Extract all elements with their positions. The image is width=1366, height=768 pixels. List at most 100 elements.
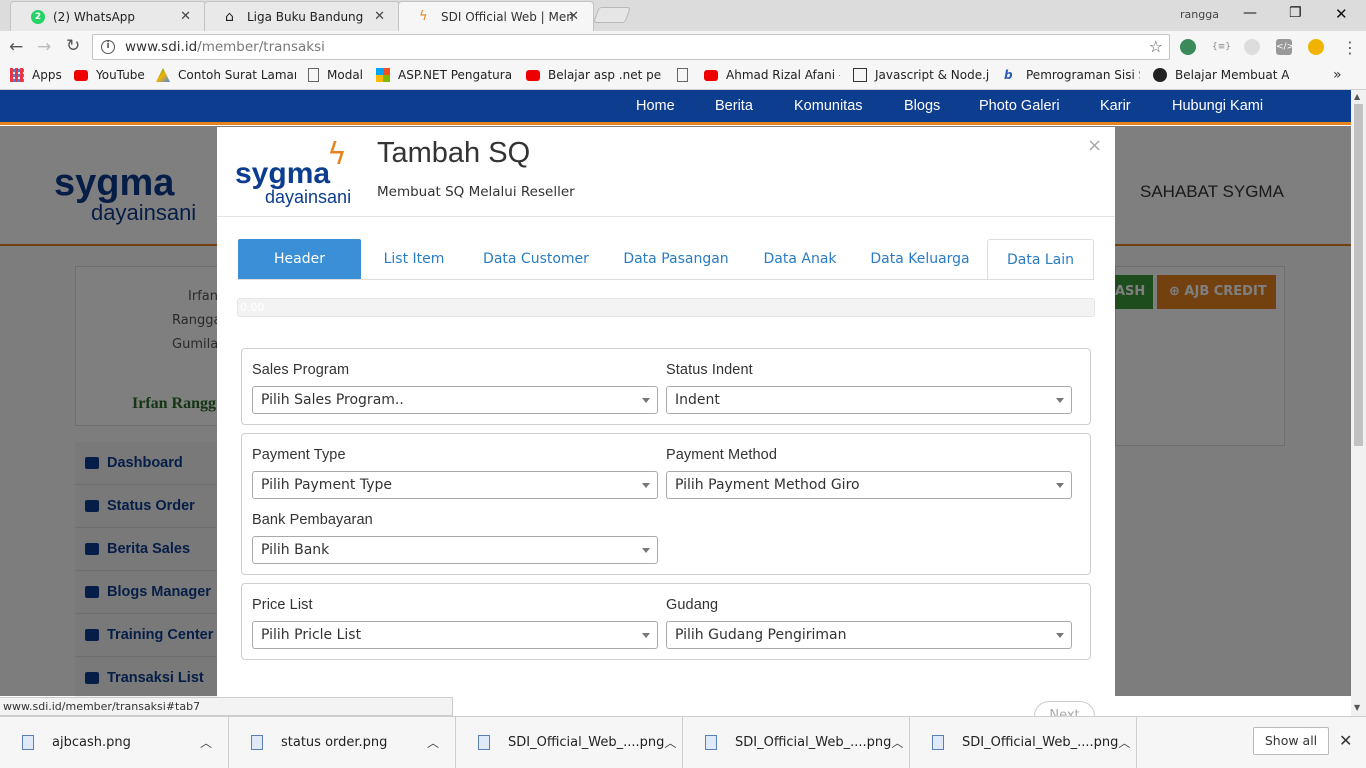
close-tab-icon[interactable]: ✕ (374, 9, 385, 24)
scrollbar-thumb[interactable] (1354, 104, 1363, 446)
modal-logo-sub: dayainsani (265, 187, 352, 207)
sales-program-select[interactable]: Pilih Sales Program.. (252, 386, 658, 414)
chevron-up-icon[interactable]: ︿ (1118, 734, 1130, 751)
bookmark-page[interactable] (677, 68, 693, 82)
payment-type-select[interactable]: Pilih Payment Type (252, 471, 658, 499)
chevron-up-icon[interactable]: ︿ (664, 734, 676, 751)
nav-berita[interactable]: Berita (715, 98, 753, 114)
page-icon (677, 68, 688, 82)
bookmarks-overflow-icon[interactable]: » (1333, 67, 1342, 83)
download-item[interactable]: SDI_Official_Web_....png ︿ (456, 716, 683, 768)
tambah-sq-modal: sygma ϟ dayainsani Tambah SQ Membuat SQ … (217, 127, 1115, 716)
image-file-icon (22, 734, 34, 750)
restore-icon[interactable]: ❐ (1289, 5, 1302, 21)
dropdown-arrow-icon (642, 633, 650, 638)
site-info-icon[interactable]: i (101, 40, 115, 54)
nav-hubungi-kami[interactable]: Hubungi Kami (1172, 98, 1263, 114)
browser-tab-liga-buku[interactable]: ⌂ Liga Buku Bandung ✕ (204, 1, 400, 31)
reload-icon[interactable]: ↻ (66, 36, 80, 56)
apps-grid-icon (10, 68, 24, 82)
tab-data-customer[interactable]: Data Customer (467, 239, 605, 279)
tab-title: Liga Buku Bandung (247, 9, 364, 24)
bookmark-youtube[interactable]: YouTube (74, 68, 145, 82)
status-url-bubble: www.sdi.id/member/transaksi#tab7 (0, 697, 453, 716)
chevron-up-icon[interactable]: ︿ (427, 734, 439, 751)
tab-title: SDI Official Web | Memb (441, 9, 573, 24)
url-path: /member/transaksi (197, 39, 325, 55)
download-item[interactable]: SDI_Official_Web_....png ︿ (910, 716, 1137, 768)
nav-karir[interactable]: Karir (1100, 98, 1131, 114)
panel-sales: Sales Program Pilih Sales Program.. Stat… (241, 348, 1091, 425)
price-list-select[interactable]: Pilih Pricle List (252, 621, 658, 649)
scroll-down-icon[interactable]: ▼ (1354, 703, 1360, 712)
close-tab-icon[interactable]: ✕ (180, 9, 191, 24)
bookmark-apps[interactable]: Apps (10, 68, 62, 82)
nav-blogs[interactable]: Blogs (904, 98, 940, 114)
status-indent-label: Status Indent (666, 362, 753, 378)
tab-title: (2) WhatsApp (53, 9, 136, 24)
nav-home[interactable]: Home (636, 98, 675, 114)
gudang-label: Gudang (666, 597, 719, 613)
modal-subtitle: Membuat SQ Melalui Reseller (377, 184, 575, 200)
tab-list-item[interactable]: List Item (361, 239, 467, 279)
extension-shield-icon[interactable] (1308, 39, 1324, 55)
tab-data-anak[interactable]: Data Anak (747, 239, 853, 279)
tab-data-keluarga[interactable]: Data Keluarga (853, 239, 987, 279)
image-file-icon (478, 734, 490, 750)
minimize-icon[interactable]: — (1243, 5, 1257, 21)
download-item[interactable]: SDI_Official_Web_....png ︿ (683, 716, 910, 768)
progress-text: 0.00 (240, 301, 265, 314)
bookmark-ahmad-rizal[interactable]: Ahmad Rizal Afani - \ (704, 68, 840, 82)
download-item[interactable]: ajbcash.png ︿ (0, 716, 229, 768)
forward-icon[interactable]: → (37, 37, 51, 57)
show-all-button[interactable]: Show all (1253, 727, 1329, 755)
browser-menu-icon[interactable]: ⋮ (1342, 38, 1358, 57)
extension-code-icon[interactable]: </> (1276, 39, 1294, 55)
bookmark-belajar-membuat[interactable]: Belajar Membuat Apl (1153, 68, 1289, 82)
bank-label: Bank Pembayaran (252, 512, 373, 528)
address-bar[interactable]: i www.sdi.id/member/transaksi ☆ (92, 34, 1170, 60)
window-close-icon[interactable]: ✕ (1335, 5, 1348, 23)
bookmark-javascript[interactable]: Javascript & Node.js (853, 68, 989, 82)
sygma-favicon-icon: ϟ (419, 8, 428, 24)
dropdown-arrow-icon (1056, 633, 1064, 638)
payment-method-label: Payment Method (666, 447, 778, 463)
image-file-icon (251, 734, 263, 750)
bookmark-modal[interactable]: Modal (308, 68, 363, 82)
browser-tab-sdi[interactable]: ϟ SDI Official Web | Memb ✕ (398, 1, 594, 31)
scroll-up-icon[interactable]: ▲ (1354, 92, 1360, 101)
bookmark-belajar-asp[interactable]: Belajar asp .net pemu (526, 68, 662, 82)
extension-circle-icon[interactable] (1244, 39, 1260, 55)
extension-json-icon[interactable]: {≡} (1212, 39, 1231, 55)
new-tab-button[interactable] (593, 7, 631, 23)
payment-method-select[interactable]: Pilih Payment Method Giro (666, 471, 1072, 499)
bookmark-aspnet[interactable]: ASP.NET Pengaturan (376, 68, 512, 82)
bank-select[interactable]: Pilih Bank (252, 536, 658, 564)
nav-komunitas[interactable]: Komunitas (794, 98, 863, 114)
lightning-logo-icon: ϟ (327, 137, 347, 172)
nav-photo-galeri[interactable]: Photo Galeri (979, 98, 1060, 114)
tab-header[interactable]: Header (238, 239, 361, 279)
chevron-up-icon[interactable]: ︿ (200, 734, 212, 751)
gudang-select[interactable]: Pilih Gudang Pengiriman (666, 621, 1072, 649)
status-indent-select[interactable]: Indent (666, 386, 1072, 414)
back-icon[interactable]: ← (9, 37, 23, 57)
bookmark-pemrograman[interactable]: bPemrograman Sisi Se (1004, 68, 1140, 82)
bookmark-star-icon[interactable]: ☆ (1149, 37, 1163, 56)
modal-close-icon[interactable]: × (1087, 135, 1102, 156)
tab-data-pasangan[interactable]: Data Pasangan (605, 239, 747, 279)
dropdown-arrow-icon (642, 398, 650, 403)
close-tab-icon[interactable]: ✕ (568, 9, 579, 24)
windows-icon (376, 68, 390, 82)
bookmark-contoh-surat[interactable]: Contoh Surat Lamara (156, 68, 296, 82)
profile-name[interactable]: rangga (1180, 8, 1219, 21)
modal-title: Tambah SQ (377, 137, 531, 169)
close-downloads-icon[interactable]: ✕ (1339, 731, 1352, 750)
extension-globe-icon[interactable] (1180, 39, 1196, 55)
browser-tab-whatsapp[interactable]: 2 (2) WhatsApp ✕ (10, 1, 206, 31)
chevron-up-icon[interactable]: ︿ (891, 734, 903, 751)
modal-header (217, 127, 1115, 217)
tab-data-lain[interactable]: Data Lain (987, 239, 1094, 279)
download-item[interactable]: status order.png ︿ (229, 716, 456, 768)
next-button[interactable]: Next (1034, 701, 1095, 716)
